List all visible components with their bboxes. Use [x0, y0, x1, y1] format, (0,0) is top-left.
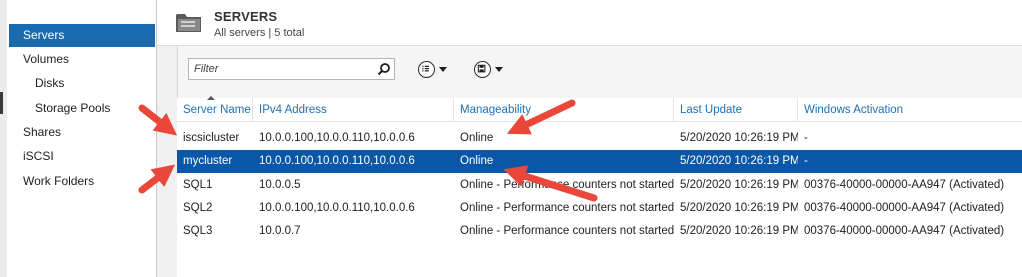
cell-activation: -	[804, 155, 808, 167]
sidebar-item-servers[interactable]: Servers	[9, 24, 155, 47]
column-header-ipv4[interactable]: IPv4 Address	[253, 98, 454, 122]
list-options-icon	[418, 60, 435, 78]
sidebar-item-iscsi[interactable]: iSCSI	[9, 145, 155, 168]
column-header-manageability[interactable]: Manageability	[454, 98, 674, 122]
cell-last-update: 5/20/2020 10:26:19 PM	[680, 225, 798, 237]
sidebar: Servers Volumes Disks Storage Pools Shar…	[7, 0, 157, 277]
servers-folder-icon	[176, 14, 201, 32]
table-row-selected[interactable]: mycluster 10.0.0.100,10.0.0.110,10.0.0.6…	[177, 150, 1022, 173]
cell-activation: 00376-40000-00000-AA947 (Activated)	[804, 225, 1005, 237]
cell-manageability: Online - Performance counters not starte…	[460, 225, 674, 237]
table-row[interactable]: iscsicluster 10.0.0.100,10.0.0.110,10.0.…	[177, 127, 1022, 150]
cell-ipv4: 10.0.0.5	[259, 179, 301, 191]
cell-manageability: Online - Performance counters not starte…	[460, 202, 674, 214]
cell-ipv4: 10.0.0.7	[259, 225, 301, 237]
cell-server-name: SQL1	[183, 179, 213, 191]
filter-input[interactable]	[189, 59, 369, 79]
cell-last-update: 5/20/2020 10:26:19 PM	[680, 202, 798, 214]
cell-server-name: SQL3	[183, 225, 213, 237]
sidebar-item-disks[interactable]: Disks	[9, 72, 155, 95]
cell-manageability: Online	[460, 155, 494, 167]
sidebar-item-storage-pools[interactable]: Storage Pools	[9, 97, 155, 120]
column-header-windows-activation[interactable]: Windows Activation	[798, 98, 1022, 122]
save-options-button[interactable]	[474, 59, 503, 79]
chevron-down-icon	[439, 66, 447, 72]
cell-manageability: Online - Performance counters not starte…	[460, 179, 674, 191]
window-edge	[0, 0, 7, 277]
sidebar-item-work-folders[interactable]: Work Folders	[9, 170, 155, 193]
sidebar-item-volumes[interactable]: Volumes	[9, 48, 155, 71]
save-icon	[474, 60, 491, 78]
table-row[interactable]: SQL2 10.0.0.100,10.0.0.110,10.0.0.6 Onli…	[177, 197, 1022, 220]
cell-activation: 00376-40000-00000-AA947 (Activated)	[804, 179, 1005, 191]
list-options-button[interactable]	[418, 59, 447, 79]
server-list: iscsicluster 10.0.0.100,10.0.0.110,10.0.…	[177, 122, 1022, 277]
sidebar-item-shares[interactable]: Shares	[9, 121, 155, 144]
cell-activation: -	[804, 132, 808, 144]
chevron-down-icon	[495, 66, 503, 72]
cell-ipv4: 10.0.0.100,10.0.0.110,10.0.0.6	[259, 132, 415, 144]
cell-last-update: 5/20/2020 10:26:19 PM	[680, 132, 798, 144]
cell-last-update: 5/20/2020 10:26:19 PM	[680, 179, 798, 191]
table-row[interactable]: SQL1 10.0.0.5 Online - Performance count…	[177, 174, 1022, 197]
cell-server-name: iscsicluster	[183, 132, 240, 144]
column-header-last-update[interactable]: Last Update	[674, 98, 798, 122]
cell-ipv4: 10.0.0.100,10.0.0.110,10.0.0.6	[259, 202, 415, 214]
table-row[interactable]: SQL3 10.0.0.7 Online - Performance count…	[177, 220, 1022, 243]
edge-marker	[0, 92, 3, 114]
page-title: SERVERS	[214, 9, 278, 24]
filter-box	[188, 58, 395, 80]
table-header: Server Name IPv4 Address Manageability L…	[177, 96, 1022, 122]
page-header: SERVERS All servers | 5 total	[157, 0, 1022, 46]
page-subtitle: All servers | 5 total	[214, 27, 305, 39]
cell-activation: 00376-40000-00000-AA947 (Activated)	[804, 202, 1005, 214]
cell-server-name: SQL2	[183, 202, 213, 214]
cell-ipv4: 10.0.0.100,10.0.0.110,10.0.0.6	[259, 155, 415, 167]
column-header-server-name[interactable]: Server Name	[177, 98, 253, 122]
cell-manageability: Online	[460, 132, 494, 144]
cell-last-update: 5/20/2020 10:26:19 PM	[680, 155, 798, 167]
sort-ascending-icon	[207, 96, 215, 100]
search-icon[interactable]	[377, 62, 391, 76]
cell-server-name: mycluster	[183, 155, 233, 167]
